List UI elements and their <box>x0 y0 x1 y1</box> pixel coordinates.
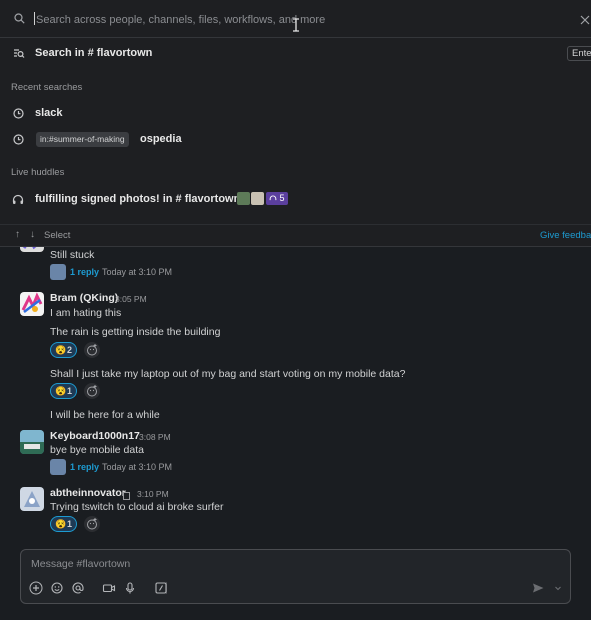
select-hint: Select <box>44 230 71 241</box>
message-text: Trying tswitch to cloud ai broke surfer <box>50 501 224 513</box>
avatar <box>20 430 44 454</box>
reply-count-link[interactable]: 1 reply <box>70 462 99 472</box>
live-huddles-heading: Live huddles <box>11 167 65 178</box>
slash-command-icon[interactable] <box>154 581 168 595</box>
emoji-icon[interactable] <box>50 581 64 595</box>
huddle-count-text: 5 <box>279 193 285 203</box>
text-caret <box>34 12 35 25</box>
reply-time: Today at 3:10 PM <box>102 267 173 277</box>
face-emoji-icon: 😵 <box>55 386 67 396</box>
search-bar <box>0 0 591 38</box>
recent-search-item[interactable]: in:#summer-of-making ospedia <box>0 129 591 151</box>
give-feedback-link[interactable]: Give feedback <box>540 230 591 241</box>
reaction-count: 1 <box>67 386 73 396</box>
message-author[interactable]: Keyboard1000n17 <box>50 430 140 442</box>
microphone-icon[interactable] <box>123 581 137 595</box>
video-icon[interactable] <box>102 581 116 595</box>
huddle-participant-avatar <box>237 192 250 205</box>
recent-search-item[interactable]: slack <box>0 103 591 125</box>
message-author[interactable]: Bram (QKing) <box>50 292 118 304</box>
recent-search-text: ospedia <box>140 133 182 145</box>
face-emoji-icon: 😵 <box>55 345 67 355</box>
add-reaction-button[interactable] <box>84 516 100 532</box>
search-footer: ↑ ↓ Select Give feedback <box>0 224 591 247</box>
arrow-down-icon: ↓ <box>30 229 35 240</box>
search-in-channel-option[interactable]: Search in # flavortown Enter <box>0 42 591 66</box>
close-icon[interactable] <box>580 14 590 28</box>
huddle-label: fulfilling signed photos! in # flavortow… <box>35 193 241 205</box>
add-reaction-button[interactable] <box>84 342 100 358</box>
reaction-pill[interactable]: 😵 2 <box>50 342 77 358</box>
message-text: Still stuck <box>50 249 95 261</box>
mention-icon[interactable] <box>71 581 85 595</box>
chevron-down-icon[interactable] <box>551 581 565 595</box>
huddle-participant-count: 5 <box>266 192 288 205</box>
enter-key-hint: Enter <box>567 46 591 61</box>
message-author[interactable]: abtheinnovator <box>50 487 126 499</box>
ibeam-cursor-icon <box>292 18 300 35</box>
message-text: The rain is getting inside the building <box>50 326 221 338</box>
search-scope-label: Search in # flavortown <box>35 47 153 59</box>
reply-avatar <box>50 264 66 280</box>
reply-time: Today at 3:10 PM <box>102 462 173 472</box>
face-emoji-icon: 😵 <box>55 519 67 529</box>
reply-count-link[interactable]: 1 reply <box>70 267 99 277</box>
recent-search-text: slack <box>35 107 63 119</box>
message-input[interactable] <box>29 556 533 572</box>
avatar <box>20 292 44 316</box>
search-icon <box>14 13 25 27</box>
message-composer <box>20 549 571 604</box>
clock-icon <box>13 134 24 148</box>
live-huddle-item[interactable]: fulfilling signed photos! in # flavortow… <box>0 189 591 211</box>
message-timestamp[interactable]: 3:10 PM <box>137 489 169 499</box>
message-text: Shall I just take my laptop out of my ba… <box>50 368 406 380</box>
clock-icon <box>13 108 24 122</box>
recent-searches-heading: Recent searches <box>11 82 83 93</box>
search-overlay: Search in # flavortown Enter Recent sear… <box>0 0 591 247</box>
reaction-count: 1 <box>67 519 73 529</box>
reaction-pill[interactable]: 😵 1 <box>50 516 77 532</box>
avatar <box>20 487 44 511</box>
plus-icon[interactable] <box>29 581 43 595</box>
message-list: Still stuck 1 reply Today at 3:10 PM Bra… <box>0 238 591 546</box>
message-timestamp[interactable]: 3:05 PM <box>115 294 147 304</box>
message-text: I will be here for a while <box>50 409 160 421</box>
message-timestamp[interactable]: 3:08 PM <box>139 432 171 442</box>
search-filter-chip: in:#summer-of-making <box>36 132 129 147</box>
headphones-icon <box>12 194 24 208</box>
reaction-pill[interactable]: 😵 1 <box>50 383 77 399</box>
message-text: I am hating this <box>50 307 122 319</box>
add-reaction-button[interactable] <box>84 383 100 399</box>
filter-search-icon <box>13 48 25 62</box>
huddle-participant-avatar <box>251 192 264 205</box>
reply-avatar <box>50 459 66 475</box>
send-icon[interactable] <box>531 581 545 595</box>
message-text: bye bye mobile data <box>50 444 144 456</box>
reaction-count: 2 <box>67 345 73 355</box>
arrow-up-icon: ↑ <box>15 229 20 240</box>
